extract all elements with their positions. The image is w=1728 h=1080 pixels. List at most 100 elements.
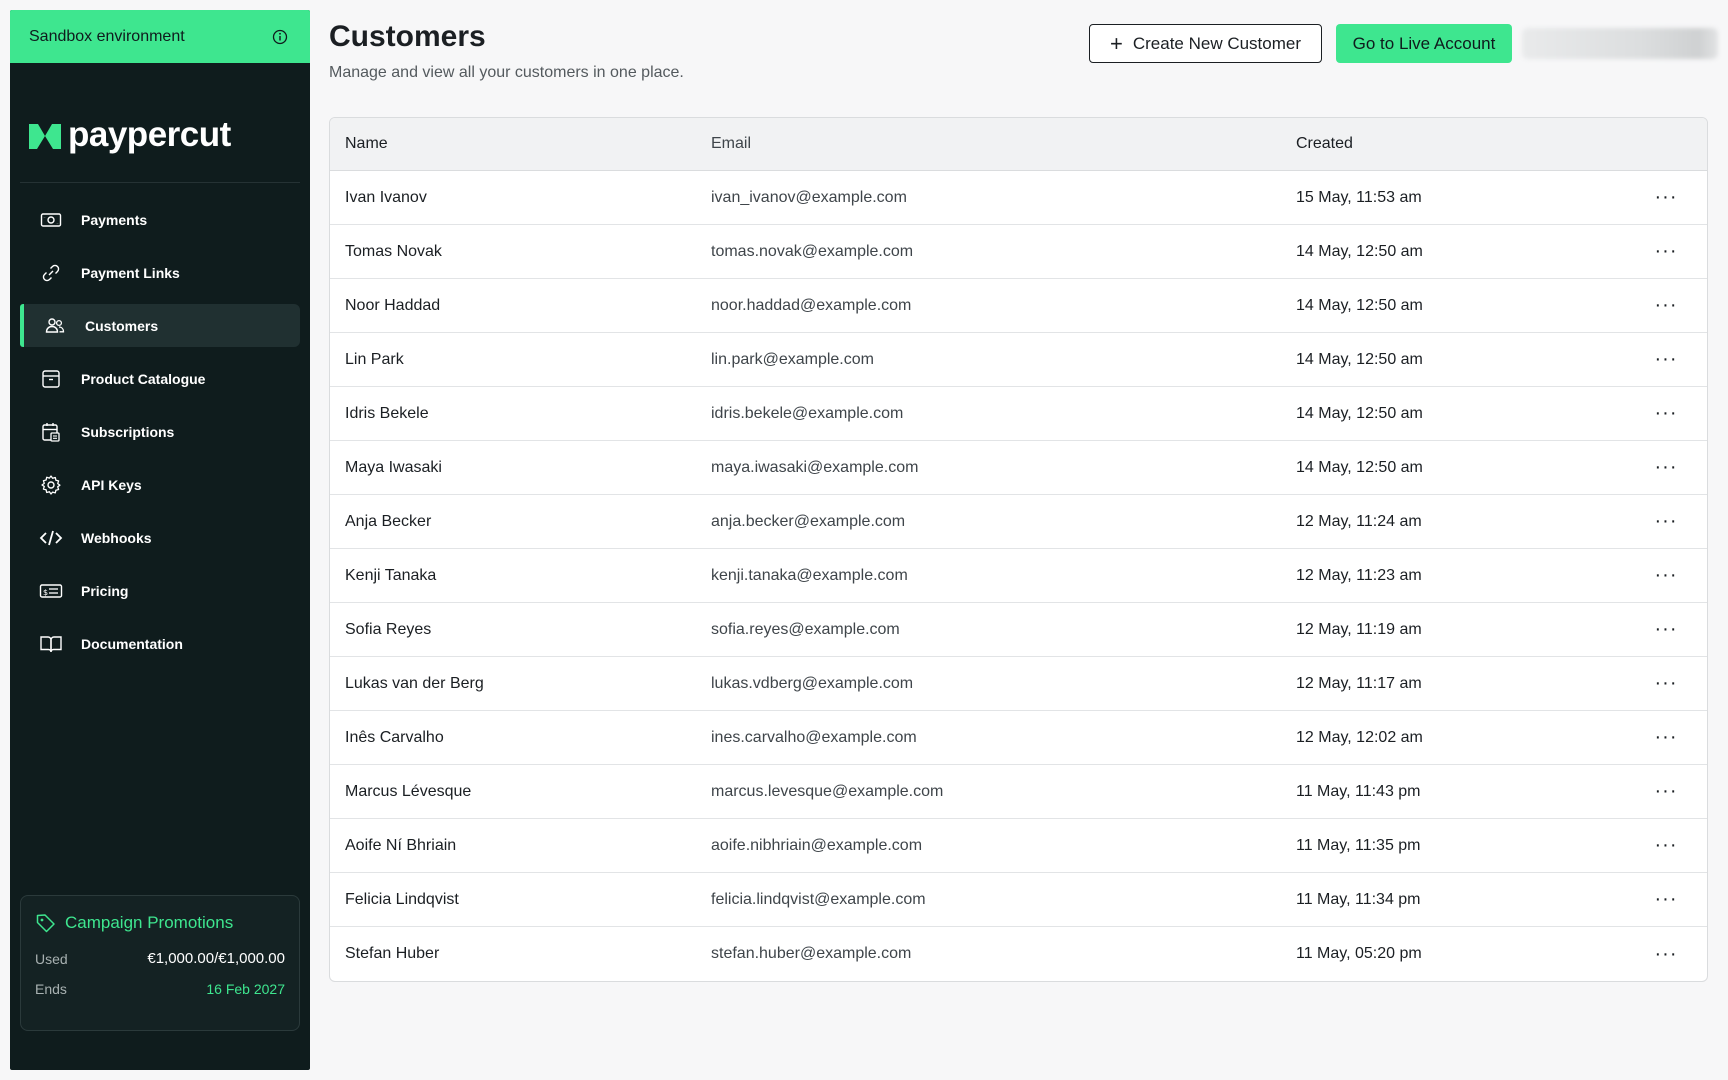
gear-icon bbox=[39, 473, 63, 497]
sidebar-item-webhooks[interactable]: Webhooks bbox=[20, 516, 300, 559]
table-row[interactable]: Lin Park lin.park@example.com 14 May, 12:5… bbox=[330, 333, 1707, 387]
sidebar-item-payment-links[interactable]: Payment Links bbox=[20, 251, 300, 294]
customer-email: stefan.huber@example.com bbox=[711, 945, 912, 962]
column-header-email[interactable]: Email bbox=[711, 135, 1296, 153]
customer-created: 11 May, 11:34 pm bbox=[1296, 890, 1421, 908]
sidebar-item-customers[interactable]: Customers bbox=[20, 304, 300, 347]
campaign-header: Campaign Promotions bbox=[35, 912, 285, 934]
table-header: Name Email Created bbox=[330, 118, 1707, 171]
more-options-icon[interactable]: ··· bbox=[1636, 402, 1696, 425]
used-label: Used bbox=[35, 950, 68, 967]
customer-email: ines.carvalho@example.com bbox=[711, 728, 917, 746]
customer-email: lukas.vdberg@example.com bbox=[711, 674, 914, 692]
customer-created: 12 May, 11:19 am bbox=[1296, 620, 1422, 638]
sidebar-item-payments[interactable]: Payments bbox=[20, 198, 300, 241]
sidebar-item-label: Pricing bbox=[81, 582, 129, 599]
sidebar-item-documentation[interactable]: Documentation bbox=[20, 622, 300, 665]
table-row[interactable]: Stefan Huber stefan.huber@example.com 11 M… bbox=[330, 927, 1707, 981]
info-icon[interactable] bbox=[272, 29, 288, 45]
customer-email: sofia.reyes@example.com bbox=[711, 620, 900, 638]
ends-label: Ends bbox=[35, 981, 67, 997]
paypercut-logo-icon bbox=[28, 120, 62, 150]
go-to-live-account-button[interactable]: Go to Live Account bbox=[1336, 24, 1512, 63]
table-row[interactable]: Sofia Reyes sofia.reyes@example.com 12 May… bbox=[330, 603, 1707, 657]
more-options-icon[interactable]: ··· bbox=[1636, 780, 1696, 803]
table-row[interactable]: Tomas Novak tomas.novak@example.com 14 May… bbox=[330, 225, 1707, 279]
sidebar-item-product-catalogue[interactable]: Product Catalogue bbox=[20, 357, 300, 400]
more-options-icon[interactable]: ··· bbox=[1636, 510, 1696, 533]
more-options-icon[interactable]: ··· bbox=[1636, 456, 1696, 479]
customer-name: Inês Carvalho bbox=[345, 728, 444, 746]
brand-logo[interactable]: paypercut bbox=[10, 102, 310, 167]
customer-email: lin.park@example.com bbox=[711, 350, 874, 368]
table-row[interactable]: Anja Becker anja.becker@example.com 12 May… bbox=[330, 495, 1707, 549]
more-options-icon[interactable]: ··· bbox=[1636, 348, 1696, 371]
more-options-icon[interactable]: ··· bbox=[1636, 672, 1696, 695]
sidebar-item-label: Documentation bbox=[81, 635, 183, 652]
table-row[interactable]: Felicia Lindqvist felicia.lindqvist@examp… bbox=[330, 873, 1707, 927]
sidebar-item-api-keys[interactable]: API Keys bbox=[20, 463, 300, 506]
campaign-promotions-card[interactable]: Campaign Promotions Used €1,000.00/€1,00… bbox=[20, 895, 300, 1031]
table-row[interactable]: Idris Bekele idris.bekele@example.com 14 M… bbox=[330, 387, 1707, 441]
table-row[interactable]: Marcus Lévesque marcus.levesque@example.c… bbox=[330, 765, 1707, 819]
page-subtitle: Manage and view all your customers in on… bbox=[329, 64, 684, 81]
more-options-icon[interactable]: ··· bbox=[1636, 294, 1696, 317]
link-icon bbox=[39, 261, 63, 285]
more-options-icon[interactable]: ··· bbox=[1636, 618, 1696, 641]
customer-name: Maya Iwasaki bbox=[345, 458, 442, 476]
customer-email: anja.becker@example.com bbox=[711, 512, 906, 530]
sidebar-item-label: Customers bbox=[85, 317, 159, 334]
customer-created: 14 May, 12:50 am bbox=[1296, 242, 1423, 260]
customer-name: Aoife Ní Bhriain bbox=[345, 836, 457, 854]
table-row[interactable]: Ivan Ivanov ivan_ivanov@example.com 15 May… bbox=[330, 171, 1707, 225]
customer-email: felicia.lindqvist@example.com bbox=[711, 890, 926, 908]
table-row[interactable]: Inês Carvalho ines.carvalho@example.com 12… bbox=[330, 711, 1707, 765]
customer-created: 14 May, 12:50 am bbox=[1296, 404, 1423, 422]
customer-created: 12 May, 12:02 am bbox=[1296, 728, 1423, 746]
more-options-icon[interactable]: ··· bbox=[1636, 564, 1696, 587]
svg-text:$: $ bbox=[43, 588, 48, 597]
more-options-icon[interactable]: ··· bbox=[1636, 726, 1696, 749]
customer-email: idris.bekele@example.com bbox=[711, 404, 904, 422]
sidebar-item-pricing[interactable]: $ Pricing bbox=[20, 569, 300, 612]
more-options-icon[interactable]: ··· bbox=[1636, 240, 1696, 263]
table-row[interactable]: Aoife Ní Bhriain aoife.nibhriain@example.… bbox=[330, 819, 1707, 873]
table-row[interactable]: Noor Haddad noor.haddad@example.com 14 May… bbox=[330, 279, 1707, 333]
customer-created: 15 May, 11:53 am bbox=[1296, 188, 1422, 206]
customer-name: Tomas Novak bbox=[345, 242, 442, 260]
create-new-customer-button[interactable]: + Create New Customer bbox=[1089, 24, 1322, 63]
more-options-icon[interactable]: ··· bbox=[1636, 943, 1696, 966]
customers-table: Name Email Created Ivan Ivanov ivan_ivano… bbox=[329, 117, 1708, 982]
box-icon bbox=[39, 367, 63, 391]
column-header-created[interactable]: Created bbox=[1296, 135, 1636, 153]
calendar-icon bbox=[39, 420, 63, 444]
create-button-label: Create New Customer bbox=[1132, 33, 1302, 53]
more-options-icon[interactable]: ··· bbox=[1636, 186, 1696, 209]
sidebar-item-label: Product Catalogue bbox=[81, 370, 206, 387]
brand-name: paypercut bbox=[68, 114, 231, 154]
ends-value: 16 Feb 2027 bbox=[206, 981, 285, 997]
sidebar-item-subscriptions[interactable]: Subscriptions bbox=[20, 410, 300, 453]
customer-created: 11 May, 11:35 pm bbox=[1296, 836, 1421, 854]
more-options-icon[interactable]: ··· bbox=[1636, 888, 1696, 911]
table-row[interactable]: Lukas van der Berg lukas.vdberg@example.c… bbox=[330, 657, 1707, 711]
customer-created: 14 May, 12:50 am bbox=[1296, 296, 1423, 314]
column-header-name[interactable]: Name bbox=[330, 135, 711, 153]
table-row[interactable]: Maya Iwasaki maya.iwasaki@example.com 14 M… bbox=[330, 441, 1707, 495]
customer-name: Marcus Lévesque bbox=[345, 782, 472, 800]
sidebar-item-label: Payment Links bbox=[81, 264, 180, 281]
table-row[interactable]: Kenji Tanaka kenji.tanaka@example.com 12 M… bbox=[330, 549, 1707, 603]
customer-created: 12 May, 11:17 am bbox=[1296, 674, 1422, 692]
account-menu[interactable] bbox=[1522, 28, 1718, 59]
sidebar-nav: Payments Payment Links Customers Product… bbox=[10, 198, 310, 665]
users-icon bbox=[43, 314, 67, 338]
customer-name: Felicia Lindqvist bbox=[345, 890, 459, 908]
customer-name: Noor Haddad bbox=[345, 296, 441, 314]
customer-name: Lukas van der Berg bbox=[345, 674, 484, 692]
plus-icon: + bbox=[1109, 30, 1123, 56]
used-value: €1,000.00/€1,000.00 bbox=[147, 950, 285, 967]
more-options-icon[interactable]: ··· bbox=[1636, 834, 1696, 857]
customer-created: 11 May, 05:20 pm bbox=[1296, 945, 1422, 962]
customer-name: Lin Park bbox=[345, 350, 404, 368]
customer-created: 14 May, 12:50 am bbox=[1296, 350, 1423, 368]
